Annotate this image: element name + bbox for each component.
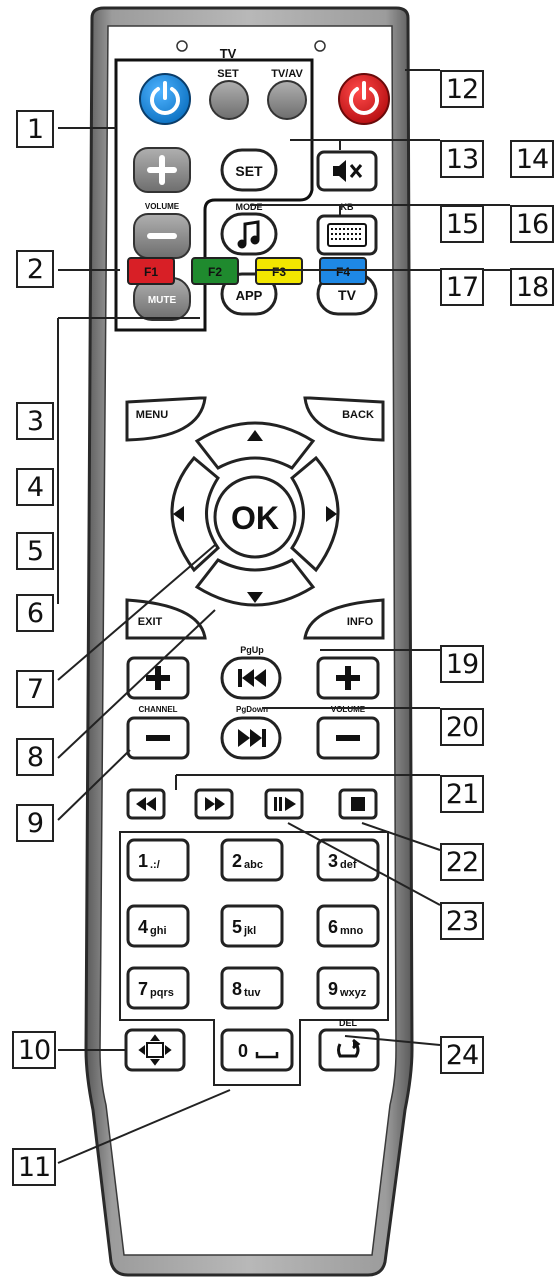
svg-text:SET: SET — [217, 68, 239, 80]
digit-8-letters: tuv — [244, 987, 261, 999]
callout-15: 15 — [440, 205, 484, 243]
digit-2-number: 2 — [232, 851, 242, 871]
mode-button[interactable] — [220, 212, 278, 256]
svg-text:PgDown: PgDown — [236, 705, 268, 714]
f3-label: F3 — [272, 265, 286, 279]
svg-text:TV/AV: TV/AV — [271, 68, 303, 80]
digit-4-letters: ghi — [150, 925, 167, 937]
digit-2-letters: abc — [244, 859, 263, 871]
svg-text:BACK: BACK — [342, 409, 374, 421]
digit-9-number: 9 — [328, 979, 338, 999]
digit-8-number: 8 — [232, 979, 242, 999]
callout-2: 2 — [16, 250, 54, 288]
digit-9-letters: wxyz — [339, 987, 367, 999]
svg-text:INFO: INFO — [347, 616, 374, 628]
digit-3-number: 3 — [328, 851, 338, 871]
digit-5-letters: jkl — [243, 925, 256, 937]
callout-16: 16 — [510, 205, 554, 243]
callout-3: 3 — [16, 402, 54, 440]
digit-6-letters: mno — [340, 925, 364, 937]
digit-6-number: 6 — [328, 917, 338, 937]
number-pad: 1 .:/ 2 abc 3 def 4 ghi 5 jkl 6 mno 7 pqrs 8 tuv 9 wxyz — [126, 838, 380, 1010]
callout-17: 17 — [440, 268, 484, 306]
svg-text:EXIT: EXIT — [138, 616, 163, 628]
svg-text:PgUp: PgUp — [240, 645, 264, 655]
led-left — [176, 40, 188, 52]
svg-text:TV: TV — [220, 46, 237, 61]
callout-5: 5 — [16, 532, 54, 570]
led-right — [314, 40, 326, 52]
svg-text:0: 0 — [238, 1041, 248, 1061]
svg-text:MENU: MENU — [136, 409, 168, 421]
callout-4: 4 — [16, 468, 54, 506]
digit-4-number: 4 — [138, 917, 148, 937]
digit-1-number: 1 — [138, 851, 148, 871]
mute-button[interactable] — [316, 150, 378, 192]
callout-23: 23 — [440, 902, 484, 940]
callout-12: 12 — [440, 70, 484, 108]
f1-label: F1 — [144, 265, 158, 279]
digit-7-number: 7 — [138, 979, 148, 999]
f4-label: F4 — [336, 265, 350, 279]
remote-diagram: TV SET TV/AV VOLUME MUTE SET MODE KB APP… — [0, 0, 558, 1280]
zero-button[interactable] — [220, 1028, 294, 1072]
callout-6: 6 — [16, 594, 54, 632]
svg-text:CHANNEL: CHANNEL — [138, 705, 177, 714]
digit-1-letters: .:/ — [150, 859, 160, 871]
callout-14: 14 — [510, 140, 554, 178]
digit-3-letters: def — [340, 859, 357, 871]
callout-10: 10 — [12, 1031, 56, 1069]
callout-7: 7 — [16, 670, 54, 708]
svg-text:DEL: DEL — [339, 1018, 358, 1028]
callout-19: 19 — [440, 645, 484, 683]
callout-21: 21 — [440, 775, 484, 813]
svg-text:KB: KB — [341, 202, 354, 212]
callout-1: 1 — [16, 110, 54, 148]
svg-text:SET: SET — [235, 163, 263, 179]
callout-24: 24 — [440, 1036, 484, 1074]
callout-13: 13 — [440, 140, 484, 178]
play-pause-button[interactable] — [264, 788, 304, 820]
tv-set-button[interactable] — [209, 80, 249, 120]
svg-text:TV: TV — [338, 287, 357, 303]
digit-5-number: 5 — [232, 917, 242, 937]
remote-illustration: TV SET TV/AV VOLUME MUTE SET MODE KB APP… — [57, 6, 510, 1277]
digit-7-letters: pqrs — [150, 987, 174, 999]
callout-20: 20 — [440, 708, 484, 746]
svg-text:VOLUME: VOLUME — [331, 705, 366, 714]
keyboard-icon — [327, 223, 367, 247]
svg-text:MUTE: MUTE — [148, 295, 177, 306]
callout-11: 11 — [12, 1148, 56, 1186]
callout-18: 18 — [510, 268, 554, 306]
stop-icon — [351, 797, 365, 811]
callout-22: 22 — [440, 843, 484, 881]
tv-av-button[interactable] — [267, 80, 307, 120]
f2-label: F2 — [208, 265, 222, 279]
callout-8: 8 — [16, 738, 54, 776]
callout-9: 9 — [16, 804, 54, 842]
svg-text:VOLUME: VOLUME — [145, 202, 180, 211]
svg-text:MODE: MODE — [236, 202, 263, 212]
svg-text:APP: APP — [236, 288, 263, 303]
svg-text:OK: OK — [231, 500, 279, 536]
